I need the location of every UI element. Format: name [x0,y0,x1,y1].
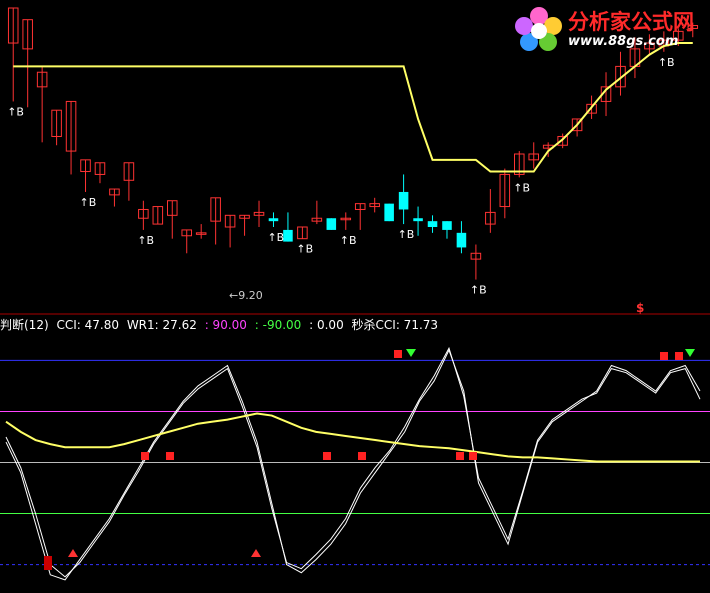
price-low-label: ←9.20 [229,289,263,302]
buy-signal-label: ↑B [137,234,154,247]
candle-body-down [283,229,293,242]
ind-label-2: WR1: 27.62 [126,318,197,332]
candle-body-down [268,218,279,222]
dollar-marker: $ [636,301,644,315]
buy-signal-label: ↑B [398,228,415,241]
bottom-signal-marker [44,556,52,570]
ind-label-3: : 90.00 [204,318,247,332]
chart-root: { "watermark": { "site_name": "分析家公式网", … [0,0,710,593]
watermark-url: www.88gs.com [568,34,679,49]
stock-chart: ↑B ↑B ↑B ↑B ↑B ↑B ↑B ↑B ↑B ↑B ←9.20 $ [0,7,710,581]
up-arrow-icon [251,549,261,557]
buy-signal-label: ↑B [7,105,24,118]
signal-marker [141,452,149,460]
up-arrow-icon [68,549,78,557]
indicator-series-0 [5,348,701,581]
buy-signal-label: ↑B [80,196,97,209]
ind-label-5: : 0.00 [309,318,344,332]
signal-marker [456,452,464,460]
buy-signal-label: ↑B [513,181,530,194]
ind-label-0: 判断(12) [0,318,49,332]
indicator-series-2 [5,412,700,463]
signal-marker [166,452,174,460]
indicator-row: 判断(12) CCI: 47.80 WR1: 27.62 : 90.00 : -… [0,316,442,333]
buy-signal-label: ↑B [267,231,284,244]
signal-marker [358,452,366,460]
candle-body-down [427,221,438,227]
candle-body-down [326,218,337,230]
candle-body-down [413,218,423,222]
buy-signal-label: ↑B [340,234,357,247]
buy-signal-label: ↑B [296,243,313,256]
candle-body-down [398,191,409,210]
candle-body-down [442,221,452,230]
candle-body-down [456,232,467,248]
flower-logo-icon [515,7,562,51]
ind-label-6: 秒杀CCI: 71.73 [351,318,439,332]
down-arrow-icon [685,349,695,357]
down-arrow-icon [406,349,416,357]
buy-signal-label: ↑B [470,284,487,297]
trail-line [13,42,693,173]
signal-marker [323,452,331,460]
ind-label-4: : -90.00 [254,318,302,332]
signal-marker [660,352,668,360]
ind-label-1: CCI: 47.80 [56,318,119,332]
watermark: 分析家公式网 www.88gs.com [512,4,708,54]
signal-marker [675,352,683,360]
buy-signal-label: ↑B [658,56,675,69]
candle-body-down [384,203,394,222]
signal-marker [394,350,402,358]
watermark-site-name: 分析家公式网 [568,9,694,34]
signal-marker [469,452,477,460]
